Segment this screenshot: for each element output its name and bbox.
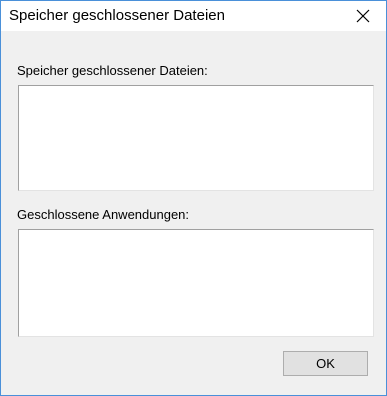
dialog-window: Speicher geschlossener Dateien Speicher … — [0, 0, 387, 396]
closed-apps-list[interactable] — [18, 229, 374, 337]
ok-button[interactable]: OK — [283, 351, 368, 376]
close-icon — [356, 9, 370, 23]
window-title: Speicher geschlossener Dateien — [9, 7, 225, 24]
close-button[interactable] — [340, 1, 386, 31]
title-bar[interactable]: Speicher geschlossener Dateien — [1, 1, 386, 31]
closed-files-list[interactable] — [18, 85, 374, 191]
closed-files-label: Speicher geschlossener Dateien: — [17, 63, 208, 78]
closed-apps-label: Geschlossene Anwendungen: — [17, 207, 190, 222]
